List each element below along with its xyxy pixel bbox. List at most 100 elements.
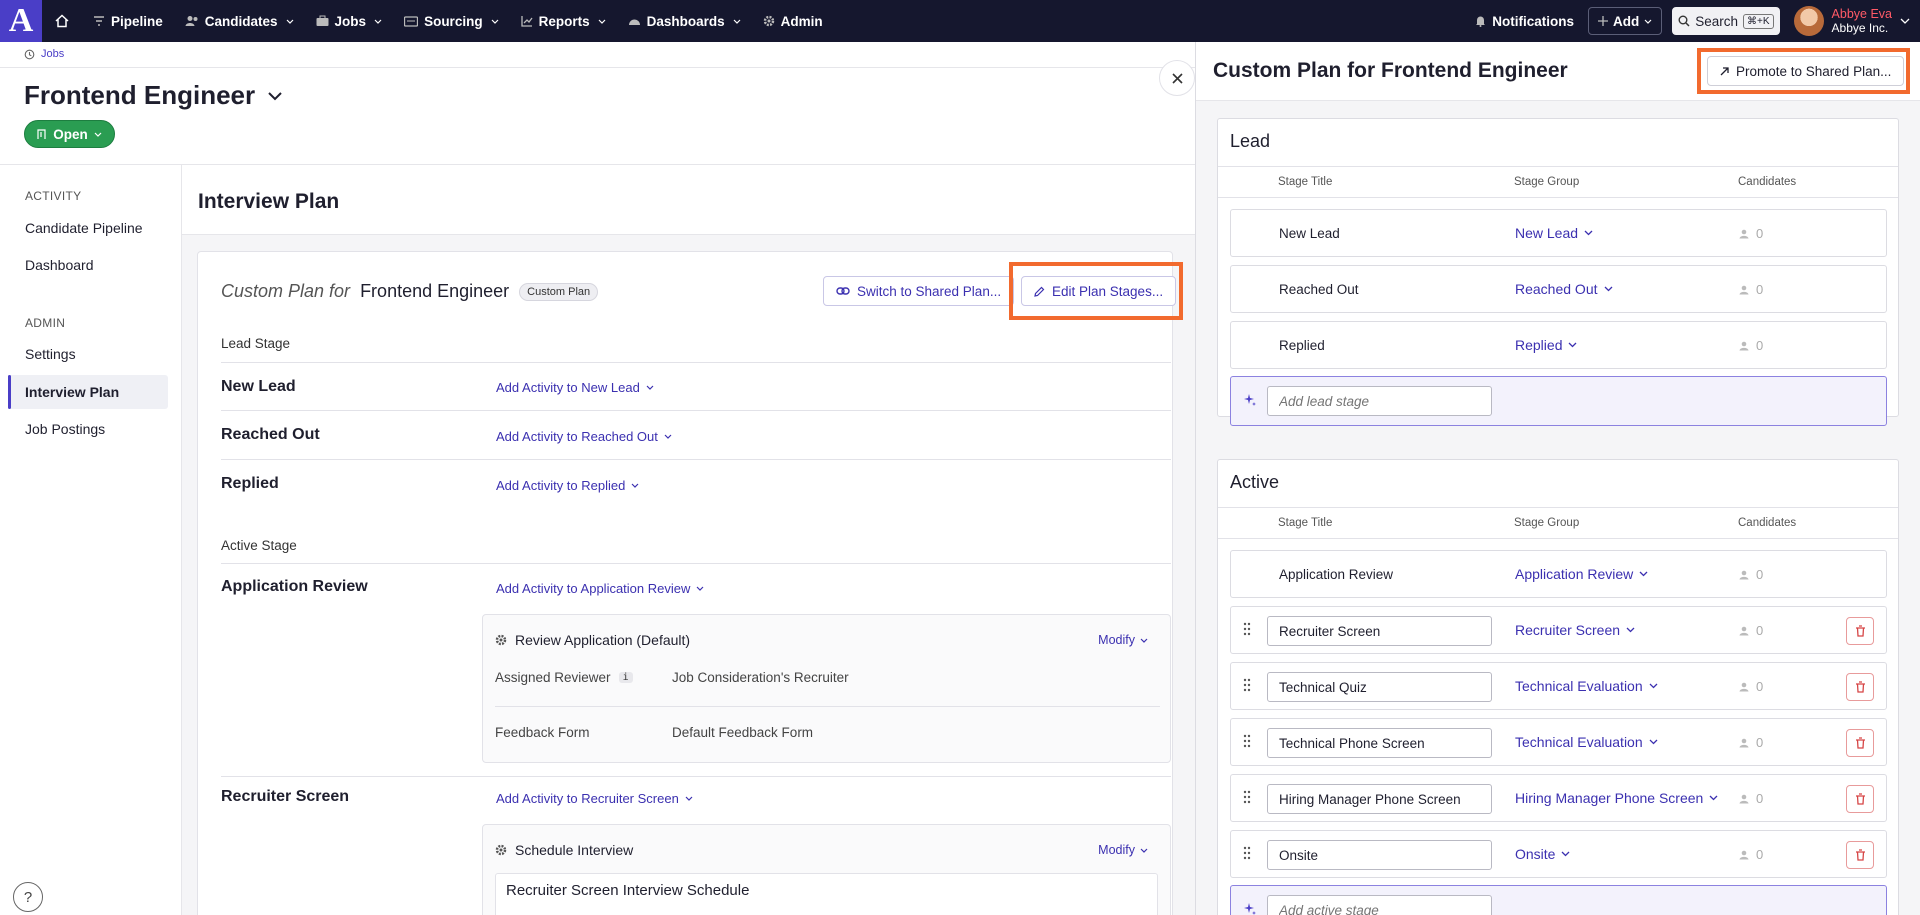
group-title: Active (1230, 472, 1280, 492)
nav-dashboards-label: Dashboards (646, 13, 725, 29)
stage-title-input[interactable] (1267, 784, 1492, 814)
add-lead-stage-input[interactable] (1267, 386, 1492, 416)
chevron-down-icon[interactable] (1900, 18, 1910, 24)
chevron-down-icon (1649, 683, 1658, 689)
sidebar-item-interview-plan[interactable]: Interview Plan (25, 384, 119, 400)
candidate-count-value: 0 (1756, 791, 1764, 806)
nav-reports[interactable]: Reports (510, 0, 617, 42)
add-activity-button[interactable]: Add Activity to Application Review (496, 581, 704, 596)
nav-jobs[interactable]: Jobs (305, 0, 394, 42)
sidebar-item-dashboard[interactable]: Dashboard (25, 257, 94, 273)
delete-stage-button[interactable] (1846, 729, 1874, 757)
drag-handle-icon[interactable] (1243, 846, 1251, 863)
stage-title: Reached Out (1279, 282, 1359, 297)
chevron-down-icon (1644, 19, 1652, 24)
stage-group-select[interactable]: Replied (1515, 337, 1577, 353)
drag-handle-icon[interactable] (1243, 790, 1251, 807)
breadcrumb-jobs[interactable]: Jobs (41, 48, 64, 60)
stage-group-value: Onsite (1515, 846, 1556, 862)
user-menu[interactable]: Abbye Eva Abbye Inc. (1832, 7, 1892, 35)
person-icon (1739, 738, 1752, 748)
drag-handle-icon[interactable] (1243, 622, 1251, 639)
edit-button-label: Edit Plan Stages... (1052, 283, 1164, 299)
stage-group-select[interactable]: Technical Evaluation (1515, 678, 1658, 694)
assigned-reviewer-value: Job Consideration's Recruiter (672, 670, 849, 685)
feedback-form-label: Feedback Form (495, 725, 590, 740)
plus-icon (1597, 16, 1608, 26)
nav-admin[interactable]: Admin (752, 0, 834, 42)
stage-name: Application Review (221, 578, 368, 595)
nav-pipeline[interactable]: Pipeline (82, 0, 174, 42)
stage-name: New Lead (221, 378, 296, 395)
sidebar-item-job-postings[interactable]: Job Postings (25, 421, 105, 437)
sidebar-item-settings[interactable]: Settings (25, 346, 76, 362)
history-icon (24, 49, 35, 60)
chevron-down-icon (374, 19, 382, 24)
add-activity-button[interactable]: Add Activity to Reached Out (496, 429, 672, 444)
sidebar-item-candidate-pipeline[interactable]: Candidate Pipeline (25, 220, 143, 236)
stage-group-select[interactable]: Recruiter Screen (1515, 622, 1635, 638)
drag-handle-icon[interactable] (1243, 734, 1251, 751)
nav-dashboards[interactable]: Dashboards (617, 0, 752, 42)
group-title: Lead (1230, 131, 1271, 151)
activity-title-text: Review Application (Default) (515, 632, 691, 648)
trash-icon (1855, 793, 1866, 805)
nav-sourcing[interactable]: Sourcing (393, 0, 510, 42)
dashboard-icon (628, 15, 641, 27)
breadcrumb[interactable]: Jobs (24, 48, 64, 60)
stage-group-select[interactable]: Application Review (1515, 566, 1648, 582)
home-icon[interactable] (42, 14, 82, 28)
app-logo[interactable]: A (0, 0, 42, 42)
help-button[interactable]: ? (13, 882, 43, 912)
chevron-down-icon (1568, 342, 1577, 348)
person-icon (1739, 682, 1752, 692)
stage-group-select[interactable]: Hiring Manager Phone Screen (1515, 790, 1718, 806)
lead-stage-heading: Lead Stage (221, 336, 291, 351)
chevron-down-icon (1649, 739, 1658, 745)
switch-to-shared-plan-button[interactable]: Switch to Shared Plan... (823, 276, 1015, 306)
user-name: Abbye Eva (1831, 7, 1892, 21)
stage-group-select[interactable]: Reached Out (1515, 281, 1613, 297)
delete-stage-button[interactable] (1846, 785, 1874, 813)
delete-stage-button[interactable] (1846, 673, 1874, 701)
add-button[interactable]: Add (1587, 7, 1663, 35)
plan-title-job: Frontend Engineer (360, 281, 510, 301)
user-org: Abbye Inc. (1831, 21, 1889, 35)
modify-button[interactable]: Modify (1098, 633, 1148, 647)
modify-button[interactable]: Modify (1098, 843, 1148, 857)
add-activity-button[interactable]: Add Activity to Replied (496, 478, 639, 493)
info-icon[interactable]: i (618, 672, 633, 683)
search-button[interactable]: Search ⌘+K (1672, 7, 1780, 35)
stage-group-select[interactable]: Onsite (1515, 846, 1570, 862)
stage-title-input[interactable] (1267, 672, 1492, 702)
stage-title-input[interactable] (1267, 728, 1492, 758)
avatar[interactable] (1793, 6, 1824, 36)
delete-stage-button[interactable] (1846, 617, 1874, 645)
promote-to-shared-plan-button[interactable]: Promote to Shared Plan... (1707, 56, 1905, 86)
add-activity-button[interactable]: Add Activity to New Lead (496, 380, 654, 395)
drag-handle-icon[interactable] (1243, 678, 1251, 695)
delete-stage-button[interactable] (1846, 841, 1874, 869)
candidate-count: 0 (1739, 282, 1763, 297)
divider (1218, 538, 1898, 539)
stage-title-input[interactable] (1267, 616, 1492, 646)
candidate-count-value: 0 (1756, 847, 1764, 862)
stage-row: New Lead New Lead 0 (1230, 209, 1887, 257)
edit-plan-stages-button[interactable]: Edit Plan Stages... (1021, 276, 1177, 306)
close-panel-button[interactable] (1159, 60, 1195, 96)
stage-group-select[interactable]: New Lead (1515, 225, 1593, 241)
chevron-down-icon (685, 796, 693, 801)
stage-title-input[interactable] (1267, 840, 1492, 870)
add-lead-stage-row (1230, 376, 1887, 426)
notifications-button[interactable]: Notifications (1461, 14, 1588, 29)
add-active-stage-input[interactable] (1267, 895, 1492, 915)
nav-candidates[interactable]: Candidates (174, 0, 305, 42)
divider (1218, 197, 1898, 198)
add-activity-button[interactable]: Add Activity to Recruiter Screen (496, 791, 693, 806)
person-icon (1739, 794, 1752, 804)
stage-name: Reached Out (221, 426, 320, 443)
page-title[interactable]: Frontend Engineer (24, 80, 283, 111)
candidate-count: 0 (1739, 338, 1763, 353)
status-badge[interactable]: Open (24, 120, 115, 148)
stage-group-select[interactable]: Technical Evaluation (1515, 734, 1658, 750)
